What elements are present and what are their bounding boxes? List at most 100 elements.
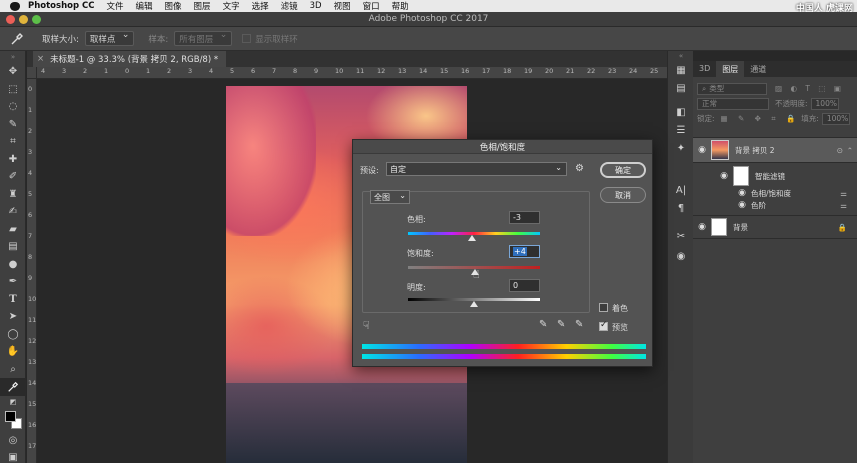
tab-channels[interactable]: 通道: [744, 61, 772, 77]
cancel-button[interactable]: 取消: [600, 187, 646, 203]
marquee-tool-icon[interactable]: ⬚: [0, 81, 26, 99]
libraries-panel-icon[interactable]: ☰: [668, 121, 694, 139]
minimize-window-button[interactable]: [19, 15, 28, 24]
menu-help[interactable]: 帮助: [392, 0, 409, 12]
eraser-tool-icon[interactable]: ▰: [0, 221, 26, 239]
visibility-eye-icon[interactable]: ◉: [693, 222, 711, 232]
close-tab-icon[interactable]: ×: [37, 54, 44, 64]
styles-panel-icon[interactable]: ✦: [668, 139, 694, 157]
colorize-checkbox[interactable]: [599, 303, 608, 312]
blend-mode-select[interactable]: 正常: [697, 97, 769, 110]
visibility-eye-icon[interactable]: ◉: [693, 145, 711, 155]
gradient-tool-icon[interactable]: ▤: [0, 238, 26, 256]
lightness-input[interactable]: 0: [509, 279, 540, 292]
fill-input[interactable]: 100%: [821, 112, 850, 125]
type-tool-icon[interactable]: T: [0, 291, 26, 309]
menu-layer[interactable]: 图层: [194, 0, 211, 12]
tab-3d[interactable]: 3D: [693, 61, 716, 77]
eyedropper-tool-icon[interactable]: [0, 378, 26, 396]
filter-blending-options-icon[interactable]: ⚌: [840, 189, 847, 198]
menu-window[interactable]: 窗口: [363, 0, 380, 12]
lightness-slider-thumb[interactable]: [470, 301, 478, 307]
preview-checkbox[interactable]: [599, 320, 608, 331]
ellipse-tool-icon[interactable]: ◯: [0, 326, 26, 344]
spot-healing-tool-icon[interactable]: ✚: [0, 151, 26, 169]
expand-layer-icon[interactable]: ⌃: [847, 146, 853, 155]
smart-object-icon[interactable]: ⊙: [837, 146, 843, 155]
filter-blending-options-icon[interactable]: ⚌: [840, 201, 847, 210]
lock-icons[interactable]: ▦ ✎ ✥ ⌗ 🔒: [721, 114, 800, 124]
filter-row-levels[interactable]: ◉ 色阶 ⚌: [693, 199, 857, 211]
ok-button[interactable]: 确定: [600, 162, 646, 178]
menu-type[interactable]: 文字: [223, 0, 240, 12]
swatches-panel-icon[interactable]: ◉: [668, 247, 694, 265]
strip-collapse-icon[interactable]: «: [668, 51, 694, 61]
default-colors-icon[interactable]: ◩: [0, 396, 26, 408]
layer-row-background-copy-2[interactable]: ◉ 背景 拷贝 2 ⊙ ⌃: [693, 137, 857, 163]
channel-select[interactable]: 全图 ⌄: [370, 190, 410, 204]
menu-image[interactable]: 图像: [165, 0, 182, 12]
color-swatches[interactable]: [0, 408, 26, 432]
show-sampling-ring-checkbox[interactable]: 显示取样环: [242, 33, 298, 45]
eyedropper-icon[interactable]: ✎: [539, 319, 547, 330]
menu-edit[interactable]: 编辑: [136, 0, 153, 12]
quick-mask-icon[interactable]: ◎: [0, 432, 26, 450]
menu-3d[interactable]: 3D: [310, 1, 322, 11]
path-select-tool-icon[interactable]: ➤: [0, 308, 26, 326]
dodge-tool-icon[interactable]: ●: [0, 256, 26, 274]
sample-size-select[interactable]: 取样点: [84, 30, 135, 46]
menu-select[interactable]: 选择: [252, 0, 269, 12]
adjustments-panel-icon[interactable]: ◧: [668, 103, 694, 121]
targeted-adjustment-hand-icon[interactable]: ☟: [363, 319, 370, 332]
colorize-label: 着色: [612, 304, 628, 313]
layer-row-background[interactable]: ◉ 背景 🔒: [693, 215, 857, 239]
foreground-color-swatch[interactable]: [5, 410, 16, 422]
crop-tool-icon[interactable]: ⌗: [0, 133, 26, 151]
hand-tool-icon[interactable]: ✋: [0, 343, 26, 361]
ruler-tick-label: 11: [356, 67, 365, 75]
preset-select[interactable]: 自定 ⌄: [386, 162, 567, 176]
add-to-sample-eyedropper-icon[interactable]: ✎: [557, 319, 565, 330]
eyedropper-tool-preset-icon[interactable]: [6, 30, 28, 48]
hue-input[interactable]: -3: [509, 211, 540, 224]
lasso-tool-icon[interactable]: ◌: [0, 98, 26, 116]
visibility-eye-icon[interactable]: ◉: [715, 171, 733, 181]
tool-presets-panel-icon[interactable]: ✂: [668, 227, 694, 245]
visibility-eye-icon[interactable]: ◉: [733, 200, 751, 210]
layer-kind-filter[interactable]: ⌕ 类型: [697, 82, 767, 95]
hue-slider-thumb[interactable]: [468, 235, 476, 241]
ruler-origin[interactable]: [27, 67, 37, 79]
toolbar-collapse-icon[interactable]: »: [0, 51, 26, 63]
apple-icon[interactable]: [10, 1, 20, 11]
filter-mask-thumbnail[interactable]: [733, 166, 749, 186]
paragraph-panel-icon[interactable]: ¶: [668, 199, 694, 217]
pen-tool-icon[interactable]: ✒: [0, 273, 26, 291]
document-tab[interactable]: × 未标题-1 @ 33.3% (背景 拷贝 2, RGB/8) *: [33, 51, 227, 67]
quick-select-tool-icon[interactable]: ✎: [0, 116, 26, 134]
character-panel-icon[interactable]: A|: [668, 181, 694, 199]
history-brush-tool-icon[interactable]: ✍: [0, 203, 26, 221]
clone-stamp-tool-icon[interactable]: ♜: [0, 186, 26, 204]
subtract-from-sample-eyedropper-icon[interactable]: ✎: [575, 319, 583, 330]
zoom-tool-icon[interactable]: ⌕: [0, 361, 26, 379]
saturation-input[interactable]: +4: [509, 245, 540, 258]
opacity-input[interactable]: 100%: [810, 97, 839, 110]
screen-mode-icon[interactable]: ▣: [0, 449, 26, 463]
menu-filter[interactable]: 滤镜: [281, 0, 298, 12]
layer-filter-icons[interactable]: ▨ ◐ T ⬚ ▣: [775, 84, 844, 93]
close-window-button[interactable]: [6, 15, 15, 24]
zoom-window-button[interactable]: [32, 15, 41, 24]
preset-options-gear-icon[interactable]: ⚙: [575, 163, 584, 174]
sample-select[interactable]: 所有图层: [174, 30, 233, 46]
history-panel-icon[interactable]: ▦: [668, 61, 694, 79]
visibility-eye-icon[interactable]: ◉: [733, 188, 751, 198]
tab-layers[interactable]: 图层: [716, 61, 745, 77]
properties-panel-icon[interactable]: ▤: [668, 79, 694, 97]
menu-file[interactable]: 文件: [107, 0, 124, 12]
smart-filters-row[interactable]: ◉ 智能滤镜: [693, 165, 857, 187]
menu-app-name[interactable]: Photoshop CC: [28, 1, 95, 11]
brush-tool-icon[interactable]: ✐: [0, 168, 26, 186]
menu-view[interactable]: 视图: [334, 0, 351, 12]
filter-row-hue-saturation[interactable]: ◉ 色相/饱和度 ⚌: [693, 187, 857, 199]
move-tool-icon[interactable]: ✥: [0, 63, 26, 81]
